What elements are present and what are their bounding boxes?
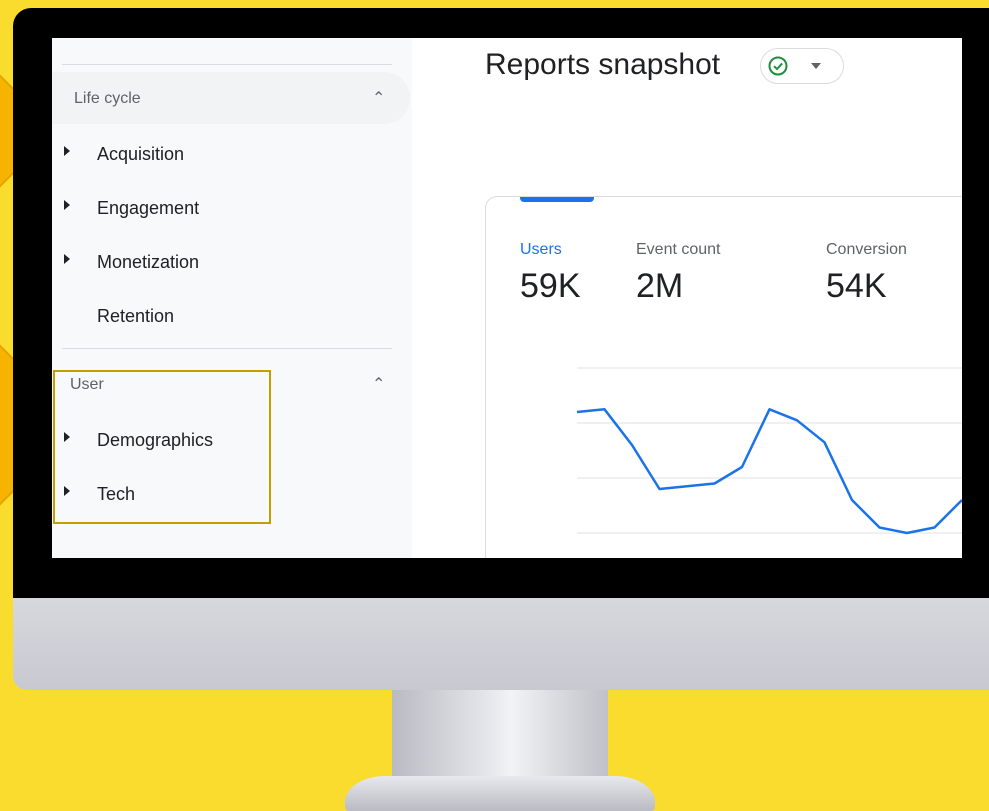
sidebar-item-engagement[interactable]: Engagement — [52, 188, 392, 228]
metric-users[interactable]: Users 59K — [520, 241, 581, 306]
sidebar-item-label: Acquisition — [97, 144, 185, 164]
page-title: Reports snapshot — [485, 48, 721, 81]
expand-arrow-icon[interactable] — [64, 146, 70, 156]
user-section-highlight-box — [53, 370, 271, 524]
metric-label: Conversion — [826, 241, 907, 258]
monitor-chin — [13, 598, 989, 690]
monitor-stand — [345, 690, 655, 811]
metric-value: 2M — [636, 267, 684, 305]
chevron-up-icon[interactable]: ⌃ — [372, 374, 385, 394]
section-header-life-cycle[interactable]: Life cycle ⌃ — [52, 72, 410, 124]
sidebar-divider — [62, 348, 392, 349]
screen: Life cycle ⌃ Acquisition Engagement Mone… — [52, 38, 962, 558]
stand-base — [345, 776, 655, 811]
status-dropdown[interactable] — [760, 48, 844, 84]
expand-arrow-icon[interactable] — [64, 200, 70, 210]
section-label: Life cycle — [74, 90, 141, 107]
sidebar-item-label: Monetization — [97, 252, 200, 272]
metric-label: Users — [520, 241, 562, 258]
sidebar-item-label: Retention — [97, 306, 175, 326]
metric-event-count[interactable]: Event count 2M — [636, 241, 721, 306]
chevron-up-icon[interactable]: ⌃ — [372, 88, 385, 108]
expand-arrow-icon[interactable] — [64, 254, 70, 264]
sidebar: Life cycle ⌃ Acquisition Engagement Mone… — [52, 38, 412, 558]
sidebar-item-acquisition[interactable]: Acquisition — [52, 134, 392, 174]
metric-value: 59K — [520, 267, 581, 305]
chart-series-line — [576, 408, 962, 535]
main-content: Reports snapshot Users 59K Event count 2… — [412, 38, 962, 558]
users-line-chart — [576, 367, 962, 535]
caret-down-icon — [811, 63, 821, 69]
metric-label: Event count — [636, 241, 721, 258]
sidebar-divider — [62, 64, 392, 65]
sidebar-item-label: Engagement — [97, 198, 200, 218]
metric-conversions[interactable]: Conversion 54K — [826, 241, 907, 306]
stand-neck — [392, 690, 608, 786]
sidebar-item-monetization[interactable]: Monetization — [52, 242, 392, 282]
sidebar-item-retention[interactable]: Retention — [52, 296, 392, 336]
active-tab-indicator — [520, 197, 594, 202]
metric-value: 54K — [826, 267, 887, 305]
check-circle-icon — [768, 56, 788, 76]
